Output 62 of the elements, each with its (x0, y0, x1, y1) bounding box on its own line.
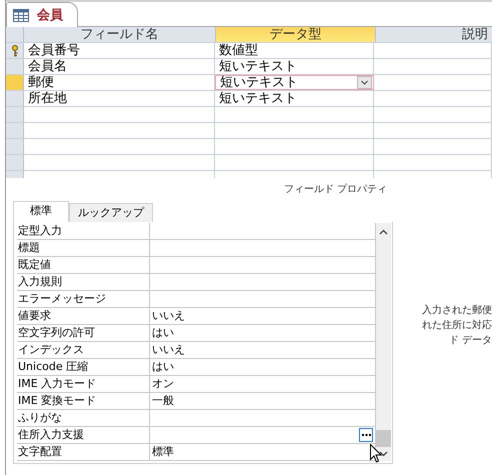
property-value: オン (152, 376, 174, 392)
row-selector[interactable] (6, 43, 24, 58)
property-row[interactable]: 標題 (17, 240, 376, 257)
property-name: IME 変換モード (17, 393, 150, 409)
property-value: 標準 (152, 444, 174, 460)
property-row[interactable]: 入力規則 (17, 274, 376, 291)
property-name: インデックス (17, 342, 150, 358)
property-tab[interactable]: 標準 (13, 201, 69, 222)
property-name: 入力規則 (17, 274, 150, 290)
property-row[interactable]: IME 変換モード 一般 (17, 393, 376, 410)
property-name: 定型入力 (17, 223, 150, 239)
property-row[interactable]: 値要求 いいえ (17, 308, 376, 325)
property-name: 既定値 (17, 257, 150, 273)
property-row[interactable]: インデックス いいえ (17, 342, 376, 359)
data-type-cell: 短いテキスト (215, 59, 374, 74)
property-row[interactable]: 定型入力 (17, 223, 376, 240)
property-value: いいえ (152, 308, 185, 324)
help-text: 入力された郵便 (422, 304, 492, 318)
builder-button[interactable] (359, 428, 373, 442)
column-header[interactable]: 説明 (376, 27, 492, 42)
property-value: 一般 (152, 393, 174, 409)
document-tab-title: 会員 (37, 7, 63, 24)
property-name: Unicode 圧縮 (17, 359, 150, 375)
field-name-cell: 会員番号 (24, 43, 215, 58)
property-row[interactable]: ふりがな (17, 410, 376, 427)
scroll-down-icon[interactable] (379, 451, 388, 457)
property-row[interactable]: 既定値 (17, 257, 376, 274)
column-header[interactable]: データ型 (216, 27, 376, 42)
help-text: ド データ (448, 334, 492, 348)
property-row[interactable]: エラーメッセージ (17, 291, 376, 308)
field-name-cell: 所在地 (24, 91, 215, 106)
document-tab[interactable]: 会員 (6, 2, 78, 27)
dropdown-icon[interactable] (357, 76, 372, 89)
data-type-cell: 短いテキスト (215, 91, 374, 106)
property-row[interactable]: 空文字列の許可 はい (17, 325, 376, 342)
property-value: はい (152, 325, 174, 341)
help-text: れた住所に対応 (422, 318, 492, 333)
table-icon (13, 8, 29, 22)
scroll-up-icon[interactable] (379, 229, 388, 235)
property-name: 住所入力支援 (17, 427, 150, 443)
property-row[interactable]: Unicode 圧縮 はい (17, 359, 376, 376)
field-name-cell: 会員名 (24, 59, 215, 74)
field-name-cell: 郵便 (24, 75, 215, 90)
property-name: 値要求 (17, 308, 150, 324)
property-tab[interactable]: ルックアップ (69, 203, 153, 222)
property-name: 空文字列の許可 (17, 325, 150, 341)
dots-icon (362, 434, 370, 436)
property-row[interactable]: 住所入力支援 (17, 427, 376, 444)
scrollbar[interactable] (376, 223, 391, 461)
property-name: エラーメッセージ (17, 291, 150, 307)
property-name: 標題 (17, 240, 150, 256)
property-value: いいえ (152, 342, 185, 358)
key-icon (10, 44, 18, 56)
property-value: はい (152, 359, 174, 375)
data-type-combo[interactable]: 短いテキスト (215, 75, 374, 90)
data-type-cell: 数値型 (215, 43, 374, 58)
scroll-thumb[interactable] (376, 430, 391, 447)
property-name: IME 入力モード (17, 376, 150, 392)
property-name: 文字配置 (17, 444, 150, 460)
section-title: フィールド プロパティ (282, 183, 388, 197)
property-name: ふりがな (17, 410, 150, 426)
property-row[interactable]: IME 入力モード オン (17, 376, 376, 393)
